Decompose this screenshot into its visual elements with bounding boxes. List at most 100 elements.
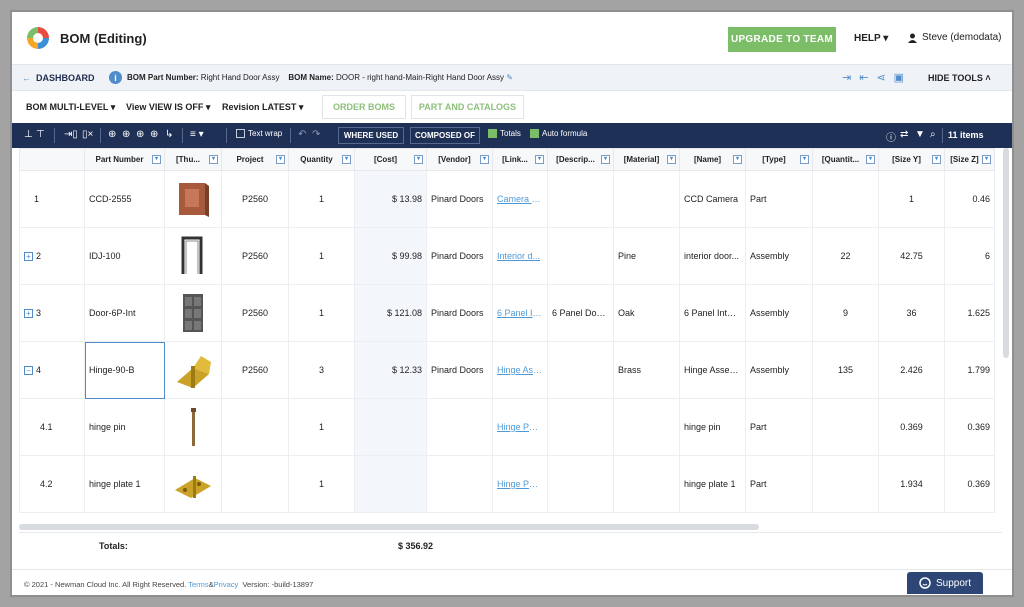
column-header[interactable]: [Vendor] ▾ <box>426 148 493 171</box>
cell-project[interactable]: P2560 <box>221 284 289 342</box>
cell-project[interactable] <box>221 398 289 456</box>
column-filter-icon[interactable]: ▾ <box>733 155 742 164</box>
cell-link[interactable]: 6 Panel In... <box>492 284 548 342</box>
cell-sizey[interactable]: 2.426 <box>878 341 945 399</box>
cell-cost[interactable] <box>354 398 427 456</box>
column-header[interactable]: [Size Z] ▾ <box>944 148 995 171</box>
cell-thumb[interactable] <box>164 398 222 456</box>
help-menu[interactable]: HELP ▾ <box>854 33 888 44</box>
info-icon[interactable]: i <box>109 71 122 84</box>
cell-sizey[interactable]: 36 <box>878 284 945 342</box>
cell-desc[interactable] <box>547 341 614 399</box>
column-header[interactable]: [Link... ▾ <box>492 148 548 171</box>
dashboard-link[interactable]: ← DASHBOARD <box>22 73 95 83</box>
cell-material[interactable]: Pine <box>613 227 680 285</box>
hide-tools-toggle[interactable]: HIDE TOOLS ˄ <box>928 73 991 83</box>
cell-part[interactable]: hinge pin <box>84 398 165 456</box>
cell-idx[interactable]: 4.1 <box>19 398 85 456</box>
cell-qty2[interactable]: 22 <box>812 227 879 285</box>
terms-link[interactable]: Terms <box>188 580 208 589</box>
cell-sizey[interactable]: 42.75 <box>878 227 945 285</box>
column-header[interactable]: [Size Y] ▾ <box>878 148 945 171</box>
column-filter-icon[interactable]: ▾ <box>667 155 676 164</box>
cell-part[interactable]: IDJ-100 <box>84 227 165 285</box>
cell-name[interactable]: 6 Panel Inter... <box>679 284 746 342</box>
cell-type[interactable]: Part <box>745 455 813 513</box>
cell-material[interactable]: Oak <box>613 284 680 342</box>
column-header[interactable]: [Type] ▾ <box>745 148 813 171</box>
expand-toggle-icon[interactable]: + <box>24 309 33 319</box>
column-filter-icon[interactable]: ▾ <box>601 155 610 164</box>
cell-part[interactable]: Door-6P-Int <box>84 284 165 342</box>
cell-cost[interactable] <box>354 455 427 513</box>
table-row[interactable]: +3 Door-6P-Int P2560 1 $ 121.08 Pinard Doors 6… <box>19 284 995 342</box>
collapse-toggle-icon[interactable]: − <box>24 366 33 376</box>
cell-vendor[interactable] <box>426 455 493 513</box>
table-row[interactable]: −4 Hinge-90-B P2560 3 $ 12.33 Pinard Doors Hin… <box>19 341 995 399</box>
cell-link[interactable]: Camera P... <box>492 170 548 228</box>
cell-sizez[interactable]: 0.46 <box>944 170 995 228</box>
cell-type[interactable]: Assembly <box>745 341 813 399</box>
save-icon[interactable]: ▣ <box>894 71 904 84</box>
cell-qty[interactable]: 1 <box>288 227 355 285</box>
cell-vendor[interactable]: Pinard Doors <box>426 284 493 342</box>
cell-project[interactable]: P2560 <box>221 227 289 285</box>
cell-sizez[interactable]: 0.369 <box>944 398 995 456</box>
cell-qty2[interactable] <box>812 170 879 228</box>
column-filter-icon[interactable]: ▾ <box>414 155 423 164</box>
cell-qty[interactable]: 1 <box>288 455 355 513</box>
column-filter-icon[interactable]: ▾ <box>152 155 161 164</box>
table-row[interactable]: 1 CCD-2555 P2560 1 $ 13.98 Pinard Doors Camera… <box>19 170 995 228</box>
table-row[interactable]: +2 IDJ-100 P2560 1 $ 99.98 Pinard Doors Interi… <box>19 227 995 285</box>
cell-desc[interactable]: 6 Panel Door... <box>547 284 614 342</box>
undo-icon[interactable]: ↶ <box>298 129 306 140</box>
cell-part[interactable]: Hinge-90-B <box>84 341 165 399</box>
column-filter-icon[interactable]: ▾ <box>342 155 351 164</box>
column-filter-icon[interactable]: ▾ <box>932 155 941 164</box>
cell-name[interactable]: hinge plate 1 <box>679 455 746 513</box>
indent-icon[interactable]: ⊤ <box>36 129 45 140</box>
cell-link[interactable]: Hinge Ass... <box>492 341 548 399</box>
cell-type[interactable]: Assembly <box>745 227 813 285</box>
column-filter-icon[interactable]: ▾ <box>480 155 489 164</box>
revision-select[interactable]: Revision LATEST ▾ <box>222 102 303 113</box>
order-boms-button[interactable]: ORDER BOMS <box>322 95 406 119</box>
cell-cost[interactable]: $ 12.33 <box>354 341 427 399</box>
cell-sizez[interactable]: 6 <box>944 227 995 285</box>
bom-level-select[interactable]: BOM MULTI-LEVEL ▾ <box>26 102 115 113</box>
cell-part[interactable]: hinge plate 1 <box>84 455 165 513</box>
move-right-icon[interactable]: ⊕ <box>150 129 158 140</box>
cell-qty[interactable]: 3 <box>288 341 355 399</box>
column-header[interactable]: [Name] ▾ <box>679 148 746 171</box>
cell-qty2[interactable]: 9 <box>812 284 879 342</box>
where-used-button[interactable]: WHERE USED <box>338 127 404 144</box>
cell-desc[interactable] <box>547 227 614 285</box>
move-up-icon[interactable]: ⊕ <box>108 129 116 140</box>
cell-qty[interactable]: 1 <box>288 284 355 342</box>
cell-vendor[interactable]: Pinard Doors <box>426 170 493 228</box>
cell-qty2[interactable] <box>812 455 879 513</box>
cell-idx[interactable]: 1 <box>19 170 85 228</box>
cell-vendor[interactable] <box>426 398 493 456</box>
column-filter-icon[interactable]: ▾ <box>982 155 991 164</box>
cell-cost[interactable]: $ 121.08 <box>354 284 427 342</box>
cell-vendor[interactable]: Pinard Doors <box>426 227 493 285</box>
totals-toggle[interactable]: Totals <box>488 129 521 139</box>
cell-name[interactable]: hinge pin <box>679 398 746 456</box>
cell-sizey[interactable]: 0.369 <box>878 398 945 456</box>
info-circle-icon[interactable]: ⓘ <box>886 129 896 144</box>
cell-idx[interactable]: 4.2 <box>19 455 85 513</box>
swap-icon[interactable]: ⇄ <box>900 129 908 140</box>
delete-column-icon[interactable]: ▯× <box>82 129 93 140</box>
cell-sizez[interactable]: 1.799 <box>944 341 995 399</box>
column-header[interactable]: [Thu... ▾ <box>164 148 222 171</box>
table-row[interactable]: 4.2 hinge plate 1 1 Hinge Par... hinge plate… <box>19 455 995 513</box>
edit-pencil-icon[interactable]: ✎ <box>506 73 513 82</box>
cell-desc[interactable] <box>547 455 614 513</box>
cell-sizey[interactable]: 1 <box>878 170 945 228</box>
hierarchy-icon[interactable]: ⊥ <box>24 129 33 140</box>
column-header[interactable] <box>19 148 85 171</box>
text-wrap-checkbox[interactable] <box>236 129 245 139</box>
cell-material[interactable] <box>613 398 680 456</box>
column-filter-icon[interactable]: ▾ <box>800 155 809 164</box>
